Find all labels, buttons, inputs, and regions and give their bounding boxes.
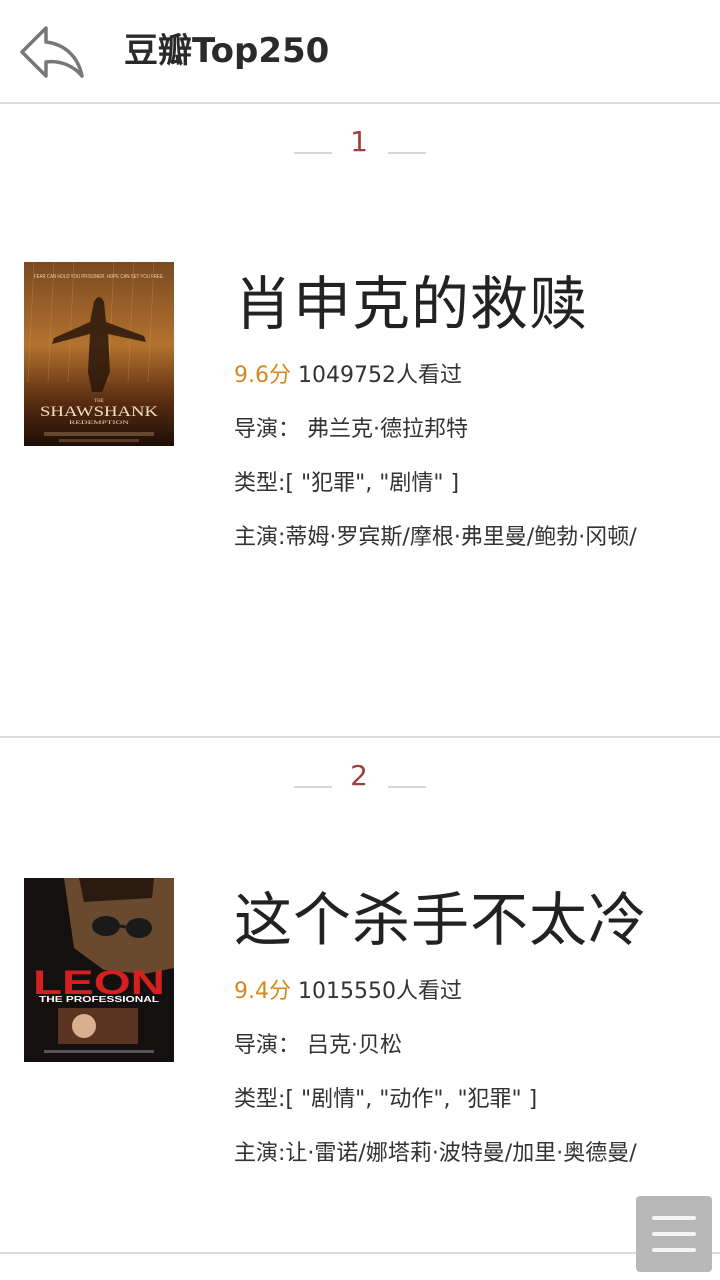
cast-line: 主演:蒂姆·罗宾斯/摩根·弗里曼/鲍勃·冈顿/ (234, 525, 637, 550)
rating-line: 9.6分 1049752人看过 (234, 361, 462, 391)
movie-card[interactable]: 1 FEAR CAN HOLD YOU PRISONER. HOPE CAN S… (0, 104, 720, 738)
rank-label: 1 (0, 118, 720, 162)
viewer-count: 1049752人看过 (298, 363, 462, 388)
poster-title: SHAWSHANK (40, 404, 158, 420)
rank-label: 2 (0, 752, 720, 796)
svg-text:THE PROFESSIONAL: THE PROFESSIONAL (39, 995, 159, 1004)
movie-poster[interactable]: LEON THE PROFESSIONAL (24, 878, 174, 1062)
rank-number: 1 (350, 125, 368, 158)
movie-score: 9.6分 (234, 363, 291, 388)
rank-divider-right (388, 152, 426, 154)
movie-title[interactable]: 肖申克的救赎 (234, 264, 588, 344)
menu-button[interactable] (636, 1196, 712, 1272)
back-arrow-icon (20, 26, 84, 78)
director-line: 导演： 弗兰克·德拉邦特 (234, 417, 468, 442)
genre-line: 类型:[ "剧情", "动作", "犯罪" ] (234, 1087, 538, 1112)
back-button[interactable] (16, 20, 88, 84)
viewer-count: 1015550人看过 (298, 979, 462, 1004)
cast-line: 主演:让·雷诺/娜塔莉·波特曼/加里·奥德曼/ (234, 1141, 637, 1166)
director-line: 导演： 吕克·贝松 (234, 1033, 402, 1058)
rank-divider-right (388, 786, 426, 788)
movie-title[interactable]: 这个杀手不太冷 (234, 880, 647, 960)
genre-line: 类型:[ "犯罪", "剧情" ] (234, 471, 460, 496)
poster-tagline: FEAR CAN HOLD YOU PRISONER. HOPE CAN SET… (34, 274, 164, 280)
rank-divider-left (294, 786, 332, 788)
svg-text:REDEMPTION: REDEMPTION (69, 421, 130, 426)
movie-score: 9.4分 (234, 979, 291, 1004)
rating-line: 9.4分 1015550人看过 (234, 977, 462, 1007)
movie-poster[interactable]: FEAR CAN HOLD YOU PRISONER. HOPE CAN SET… (24, 262, 174, 446)
movie-card[interactable]: 2 LEON THE PROFESSIONAL 这个杀手不太冷 9.4分 101… (0, 738, 720, 1254)
page-title: 豆瓣Top250 (124, 31, 330, 71)
app-header: 豆瓣Top250 (0, 0, 720, 104)
rank-divider-left (294, 152, 332, 154)
rank-number: 2 (350, 759, 368, 792)
